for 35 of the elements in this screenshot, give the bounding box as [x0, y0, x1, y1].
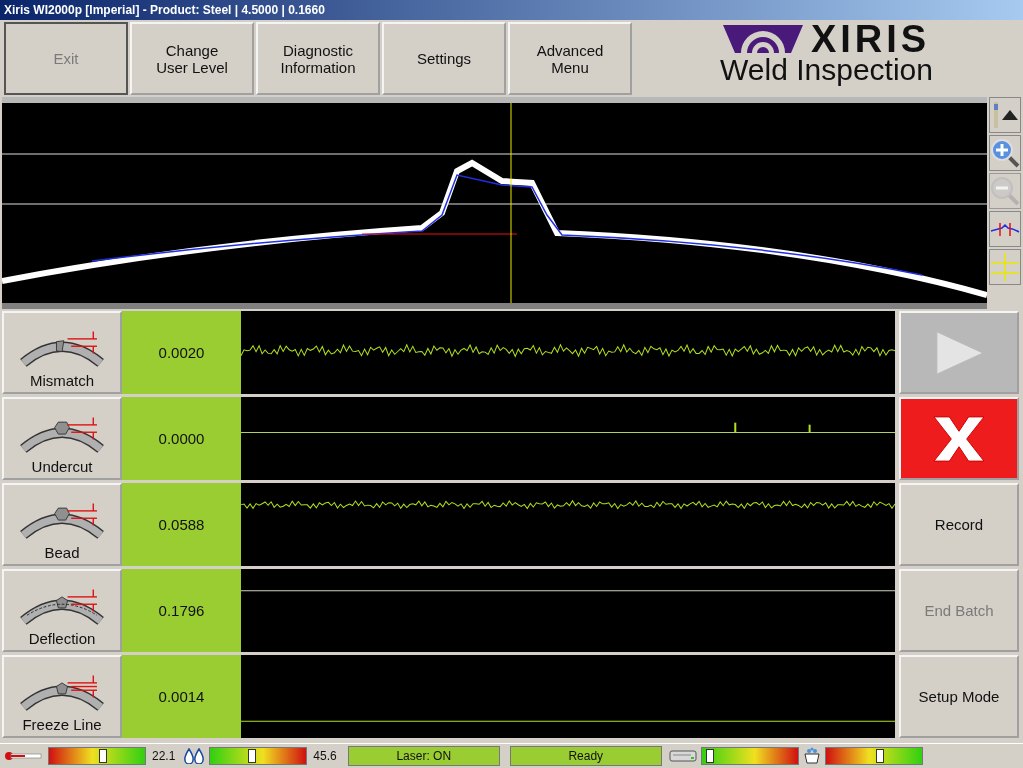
menu-button[interactable]: Change User Level — [130, 22, 254, 95]
hard-drive-icon — [668, 749, 697, 763]
zoom-in-icon — [990, 138, 1020, 168]
gauge-reading: 22.1 — [151, 749, 177, 763]
view-tool-button[interactable] — [989, 135, 1021, 171]
measurement-value: 0.0020 — [122, 311, 241, 394]
measurement-button[interactable]: Bead — [2, 483, 122, 566]
droplets-icon — [183, 748, 206, 764]
status-panel: Ready — [509, 746, 662, 766]
logo-brand: XIRIS — [810, 24, 931, 54]
logo-icon — [722, 25, 803, 53]
measurement-button[interactable]: Deflection — [2, 569, 122, 652]
thermometer-icon — [4, 750, 44, 762]
menu-button[interactable]: Diagnostic Information — [256, 22, 380, 95]
logo-subtitle: Weld Inspection — [720, 54, 933, 86]
action-button[interactable]: Record — [899, 483, 1019, 566]
zoom-out-icon — [990, 176, 1020, 206]
fan-icon — [802, 747, 821, 765]
measurement-button[interactable]: Mismatch — [2, 311, 122, 394]
window-title: Xiris WI2000p [Imperial] - Product: Steel | 4.5000 | 0.1660 — [0, 0, 1023, 20]
view-tool-button[interactable] — [989, 97, 1021, 133]
measurement-button[interactable]: Freeze Line — [2, 655, 122, 738]
reject-button[interactable] — [899, 397, 1019, 480]
gauge-reading: 45.6 — [312, 749, 338, 763]
view-tool-button[interactable] — [989, 211, 1021, 247]
action-button[interactable]: Setup Mode — [899, 655, 1019, 738]
crosshair-icon — [990, 252, 1020, 282]
measurement-value: 0.0014 — [122, 655, 241, 738]
measurement-button[interactable]: Undercut — [2, 397, 122, 480]
measurement-value: 0.0588 — [122, 483, 241, 566]
measurement-value: 0.1796 — [122, 569, 241, 652]
measurement-value: 0.0000 — [122, 397, 241, 480]
menu-button[interactable]: Advanced Menu — [508, 22, 632, 95]
menu-button[interactable]: Settings — [382, 22, 506, 95]
status-panel: Laser: ON — [347, 746, 500, 766]
